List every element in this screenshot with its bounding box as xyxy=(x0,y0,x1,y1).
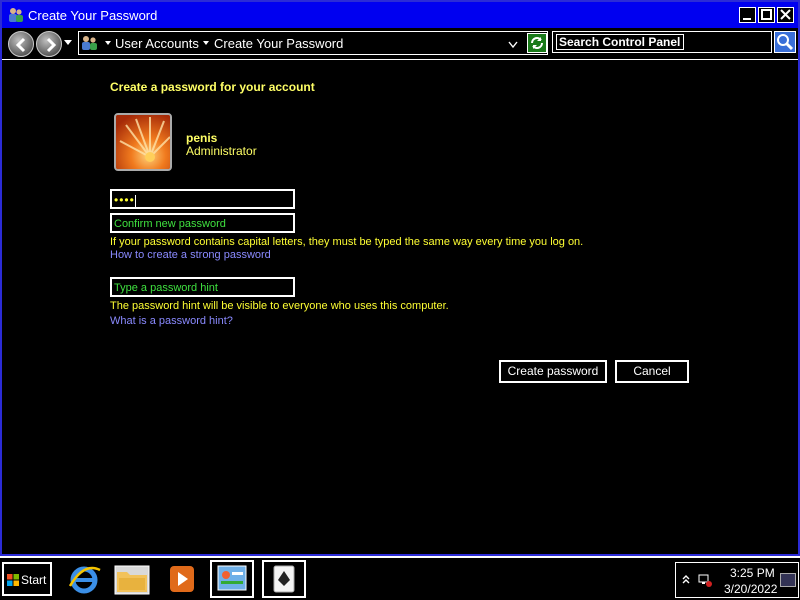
notification-area: 3:25 PM 3/20/2022 xyxy=(675,562,799,598)
address-bar[interactable]: User Accounts Create Your Password xyxy=(78,31,548,55)
hint-visibility-note: The password hint will be visible to eve… xyxy=(110,300,449,312)
taskbar-windows-explorer[interactable] xyxy=(110,560,154,598)
user-avatar xyxy=(114,113,172,171)
maximize-button[interactable] xyxy=(758,7,775,23)
refresh-button[interactable] xyxy=(527,33,547,53)
search-button[interactable] xyxy=(774,31,796,53)
search-box[interactable]: Search Control Panel xyxy=(552,31,772,53)
window-title: Create Your Password xyxy=(28,8,158,23)
users-icon xyxy=(81,35,99,51)
new-password-field[interactable]: •••• xyxy=(110,189,295,209)
taskbar-media-player[interactable] xyxy=(160,560,204,598)
strong-password-link[interactable]: How to create a strong password xyxy=(110,249,271,261)
password-hint-link[interactable]: What is a password hint? xyxy=(110,315,233,327)
maximize-icon xyxy=(761,9,772,20)
address-dropdown-icon[interactable] xyxy=(507,38,519,50)
password-hint-field[interactable]: Type a password hint xyxy=(110,277,295,297)
breadcrumb-chevron-icon[interactable] xyxy=(203,41,209,45)
taskbar-control-panel[interactable] xyxy=(210,560,254,598)
flower-picture-icon xyxy=(116,115,170,169)
search-icon xyxy=(777,34,794,51)
control-panel-icon xyxy=(217,565,247,591)
cancel-button[interactable]: Cancel xyxy=(614,359,690,384)
title-bar[interactable]: Create Your Password xyxy=(0,0,800,28)
breadcrumb-user-accounts[interactable]: User Accounts xyxy=(115,36,199,51)
taskbar: Start 3:25 PM 3/20/2022 xyxy=(0,556,800,600)
forward-button[interactable] xyxy=(36,31,62,57)
close-icon xyxy=(780,9,791,20)
account-type: Administrator xyxy=(186,144,257,158)
navigation-bar: User Accounts Create Your Password Searc… xyxy=(2,28,798,60)
show-hidden-icons-icon[interactable] xyxy=(681,573,691,588)
clock-date[interactable]: 3/20/2022 xyxy=(724,582,777,596)
taskbar-internet-explorer[interactable] xyxy=(62,560,106,598)
folder-icon xyxy=(114,565,150,595)
show-desktop-icon[interactable] xyxy=(780,573,796,587)
start-label: Start xyxy=(21,573,47,587)
breadcrumb-chevron-icon[interactable] xyxy=(105,41,111,45)
playing-card-icon xyxy=(273,565,295,593)
create-password-button[interactable]: Create password xyxy=(498,359,608,384)
text-caret xyxy=(134,194,136,208)
page-title: Create a password for your account xyxy=(110,80,315,94)
media-player-icon xyxy=(170,566,194,592)
recent-pages-dropdown[interactable] xyxy=(64,40,72,45)
back-button[interactable] xyxy=(8,31,34,57)
minimize-button[interactable] xyxy=(739,7,756,23)
users-icon xyxy=(8,7,24,23)
windows-logo-icon xyxy=(7,574,19,586)
confirm-password-field[interactable]: Confirm new password xyxy=(110,213,295,233)
back-arrow-icon xyxy=(15,37,26,53)
password-mask: •••• xyxy=(114,193,135,207)
account-name: penis xyxy=(186,131,218,145)
start-button[interactable]: Start xyxy=(2,562,52,596)
close-button[interactable] xyxy=(777,7,794,23)
clock-time[interactable]: 3:25 PM xyxy=(730,566,775,580)
breadcrumb-create-password[interactable]: Create Your Password xyxy=(214,36,343,51)
taskbar-solitaire[interactable] xyxy=(262,560,306,598)
minimize-icon xyxy=(743,18,751,20)
search-input[interactable]: Search Control Panel xyxy=(556,34,684,50)
refresh-icon xyxy=(531,37,543,49)
capital-letters-note: If your password contains capital letter… xyxy=(110,236,584,248)
internet-explorer-icon xyxy=(68,566,101,594)
forward-arrow-icon xyxy=(46,37,57,53)
network-icon[interactable] xyxy=(698,573,712,587)
